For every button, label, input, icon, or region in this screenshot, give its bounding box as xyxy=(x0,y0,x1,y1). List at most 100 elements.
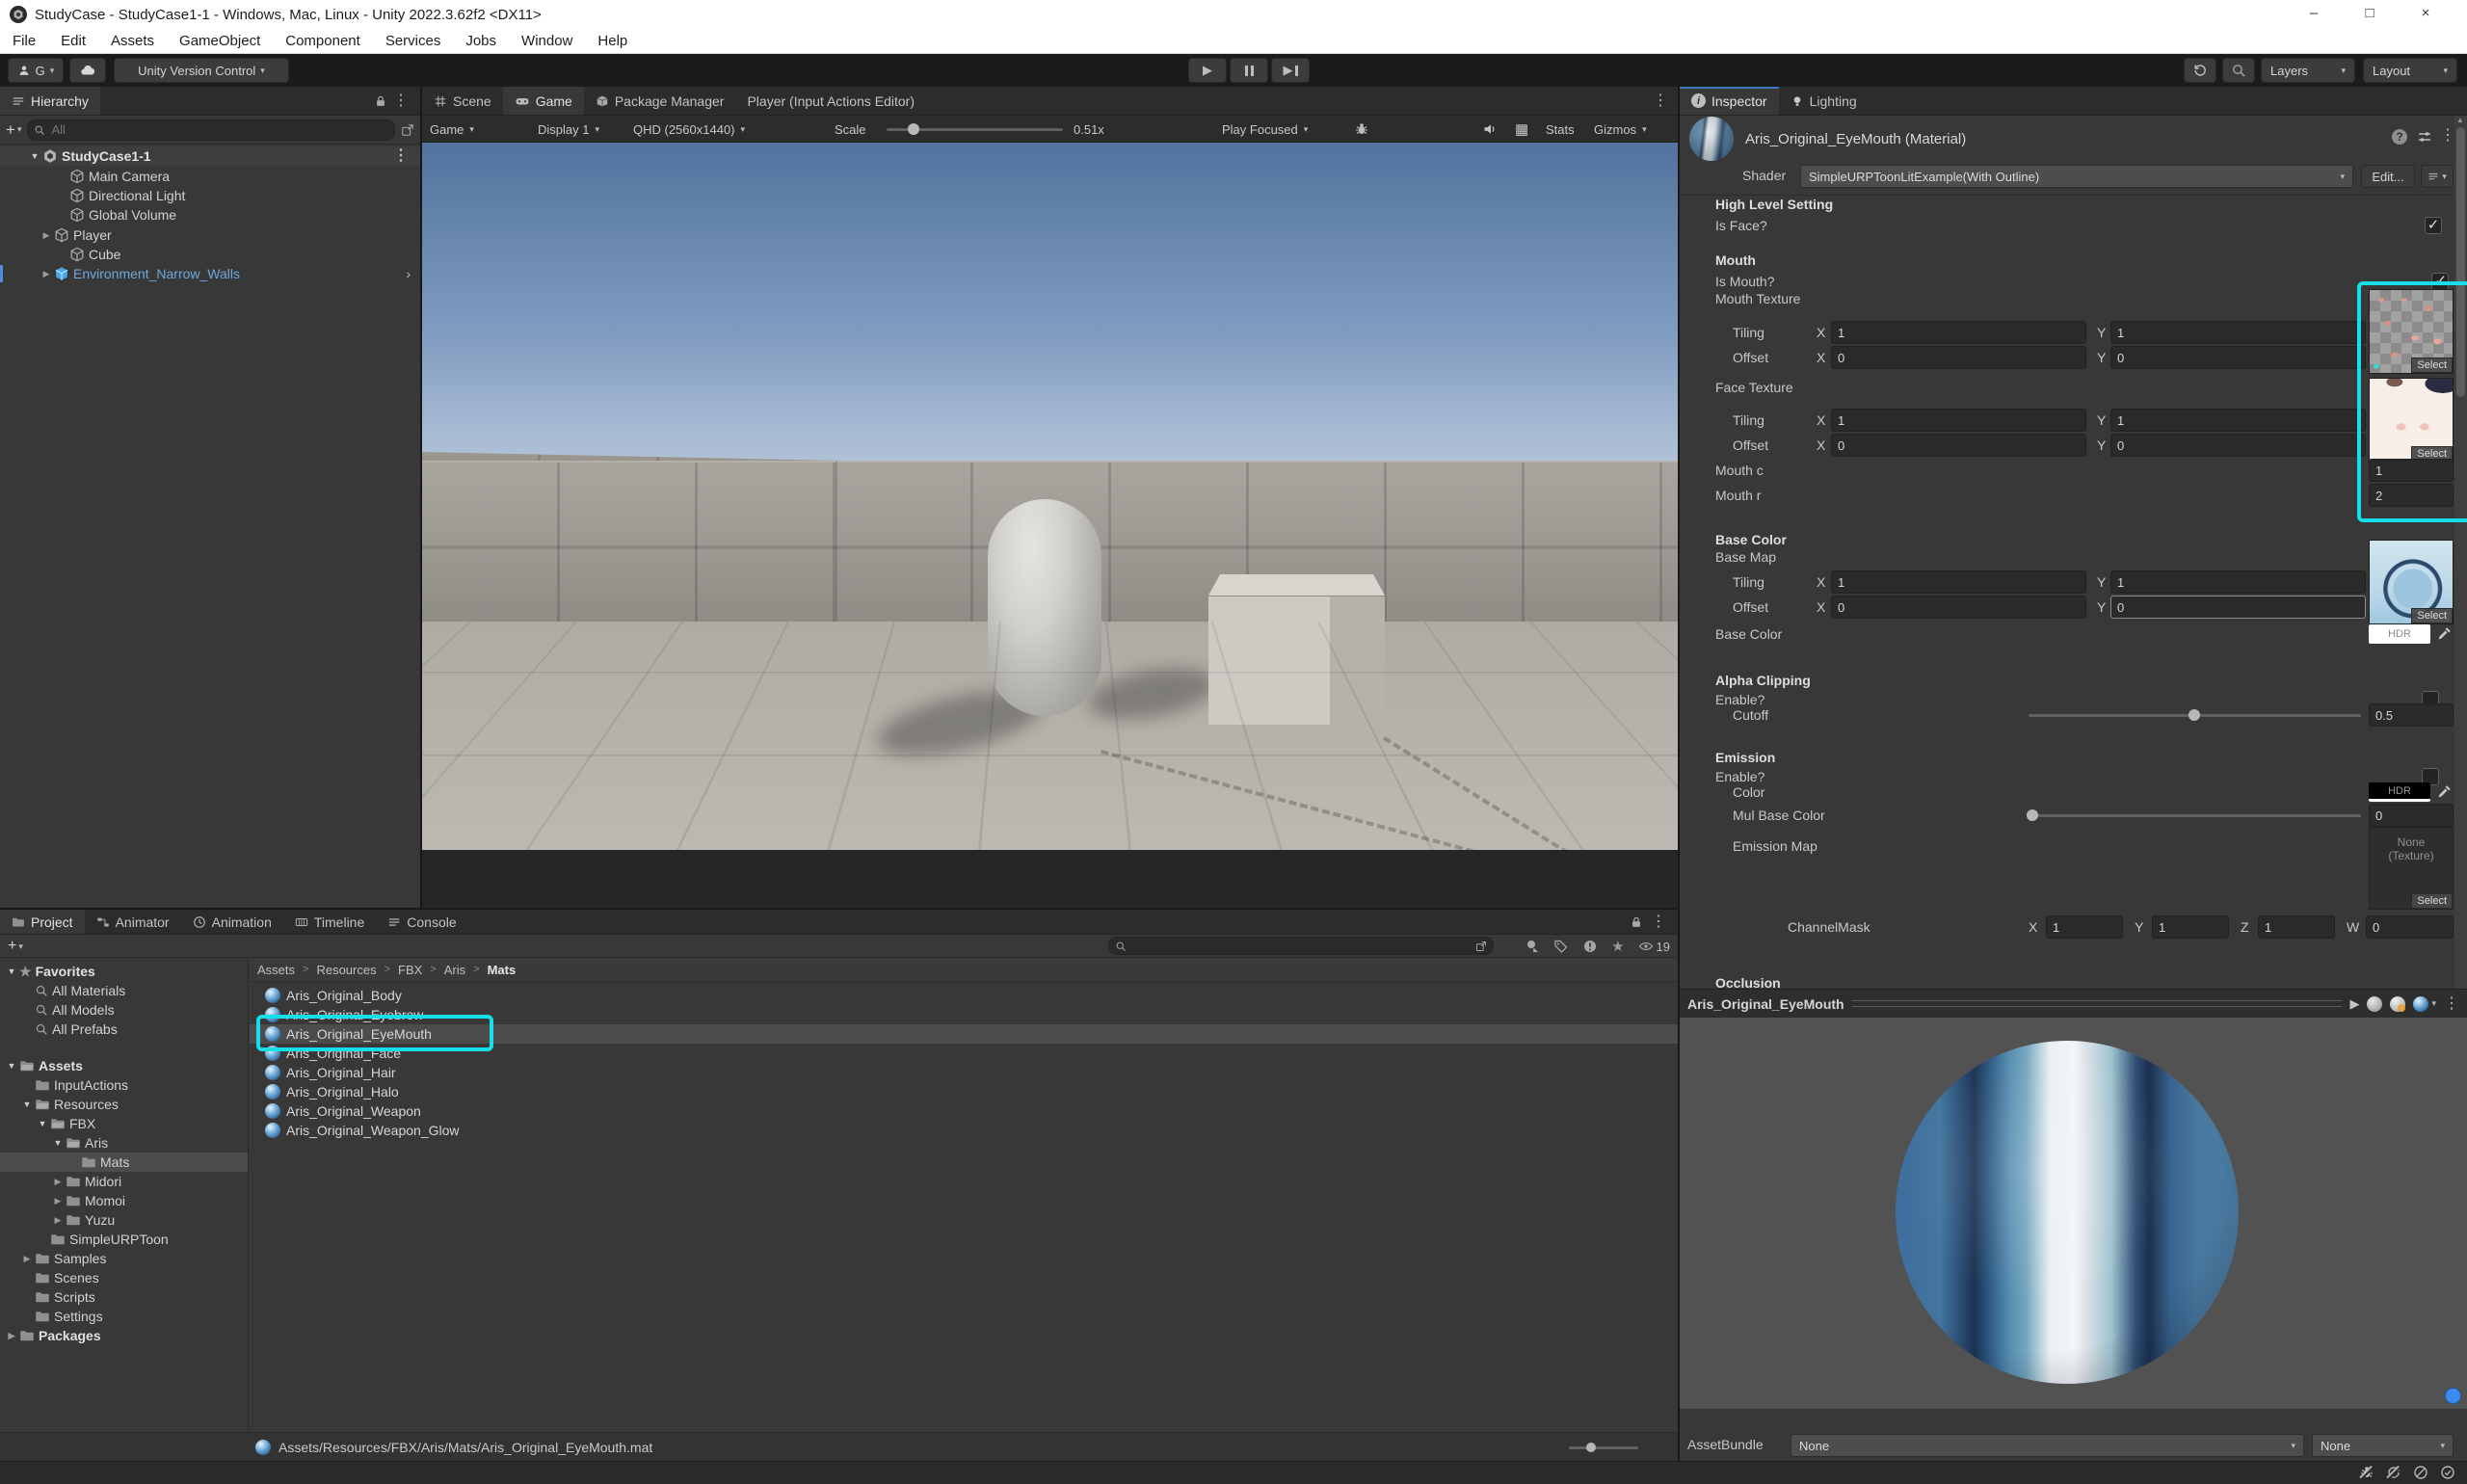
scene-menu-icon[interactable]: ⋮ xyxy=(393,148,409,164)
tab-console[interactable]: Console xyxy=(376,910,467,934)
pause-button[interactable] xyxy=(1230,58,1268,83)
preview-play-icon[interactable]: ▶ xyxy=(2349,996,2359,1012)
hierarchy-item-cube[interactable]: Cube xyxy=(0,245,420,264)
tree-item-fbx[interactable]: ▼ FBX xyxy=(0,1114,248,1133)
base-offset-y-input[interactable] xyxy=(2110,596,2366,619)
base-tiling-y-input[interactable] xyxy=(2110,570,2366,594)
face-offset-x-input[interactable] xyxy=(1831,434,2086,457)
play-focused-dropdown[interactable]: Play Focused▾ xyxy=(1222,116,1308,143)
shader-edit-button[interactable]: Edit... xyxy=(2361,165,2415,188)
tree-item-scripts[interactable]: Scripts xyxy=(0,1287,248,1307)
emission-color-swatch[interactable]: HDR xyxy=(2369,782,2430,802)
scrollbar-thumb[interactable] xyxy=(2456,127,2465,397)
preview-model-dropdown[interactable]: ▾ xyxy=(2413,996,2436,1012)
tab-hierarchy[interactable]: Hierarchy xyxy=(0,87,100,115)
scale-slider-thumb[interactable] xyxy=(908,123,919,135)
asset-bundle-variant-dropdown[interactable]: None▾ xyxy=(2312,1434,2454,1457)
mul-slider-thumb[interactable] xyxy=(2027,809,2038,821)
tab-animation[interactable]: Animation xyxy=(181,910,283,934)
tree-item-resources[interactable]: ▼ Resources xyxy=(0,1095,248,1114)
scroll-up-icon[interactable]: ▲ xyxy=(2456,116,2464,124)
expand-icon[interactable]: ▶ xyxy=(50,1177,66,1187)
mouth-texture-thumbnail[interactable]: Select xyxy=(2369,289,2454,374)
channel-mask-z-input[interactable] xyxy=(2258,915,2335,939)
mouth-offset-x-input[interactable] xyxy=(1831,346,2086,369)
maximize-button[interactable]: □ xyxy=(2348,0,2392,29)
preview-menu-icon[interactable]: ⋮ xyxy=(2444,996,2459,1012)
display-target-dropdown[interactable]: Display 1▾ xyxy=(538,116,599,143)
hierarchy-menu-icon[interactable]: ⋮ xyxy=(393,93,409,109)
tab-player-input-actions[interactable]: Player (Input Actions Editor) xyxy=(735,87,926,115)
emission-map-select-button[interactable]: Select xyxy=(2411,893,2453,909)
file-aris-original-eyebrow[interactable]: Aris_Original_Eyebrow xyxy=(250,1005,1678,1024)
hierarchy-item-main-camera[interactable]: Main Camera xyxy=(0,167,420,186)
face-offset-y-input[interactable] xyxy=(2110,434,2366,457)
expand-icon[interactable]: ▶ xyxy=(39,269,54,279)
layout-dropdown[interactable]: Layout▾ xyxy=(2363,58,2457,83)
version-control-dropdown[interactable]: Unity Version Control▾ xyxy=(114,58,289,83)
mouth-offset-y-input[interactable] xyxy=(2110,346,2366,369)
menu-file[interactable]: File xyxy=(0,29,48,53)
file-aris-original-halo[interactable]: Aris_Original_Halo xyxy=(250,1082,1678,1101)
progress-ok-icon[interactable] xyxy=(2440,1465,2457,1482)
shader-dropdown[interactable]: SimpleURPToonLitExample(With Outline)▾ xyxy=(1800,165,2353,188)
favorite-all-materials[interactable]: All Materials xyxy=(0,981,248,1000)
menu-window[interactable]: Window xyxy=(509,29,585,53)
menu-services[interactable]: Services xyxy=(373,29,454,53)
expand-icon[interactable]: ▶ xyxy=(50,1215,66,1226)
project-menu-icon[interactable]: ⋮ xyxy=(1651,914,1666,930)
scene-header-row[interactable]: ▼ StudyCase1-1 ⋮ xyxy=(0,146,420,166)
eyedropper-icon[interactable] xyxy=(2436,626,2452,642)
hidden-packages-icon[interactable] xyxy=(1582,939,1598,954)
mouth-r-input[interactable] xyxy=(2369,484,2454,507)
menu-edit[interactable]: Edit xyxy=(48,29,98,53)
tree-item-simpleurptoon[interactable]: SimpleURPToon xyxy=(0,1230,248,1249)
breadcrumb-fbx[interactable]: FBX xyxy=(398,963,422,977)
help-icon[interactable]: ? xyxy=(2392,129,2407,145)
expand-icon[interactable]: ▶ xyxy=(4,1331,19,1341)
game-render-viewport[interactable] xyxy=(422,143,1678,850)
hierarchy-item-directional-light[interactable]: Directional Light xyxy=(0,186,420,205)
resolution-dropdown[interactable]: QHD (2560x1440)▾ xyxy=(633,116,745,143)
vsync-grid-icon[interactable]: ▦ xyxy=(1515,120,1528,138)
create-object-button[interactable]: +▾ xyxy=(6,120,21,140)
face-texture-thumbnail[interactable]: Select xyxy=(2369,378,2454,463)
refresh-disabled-icon[interactable] xyxy=(2386,1465,2403,1482)
base-map-select-button[interactable]: Select xyxy=(2411,608,2453,623)
favorites-header-row[interactable]: ▼★ Favorites xyxy=(0,962,248,981)
visibility-toggle[interactable]: 19 xyxy=(1638,939,1670,954)
expand-icon[interactable]: ▶ xyxy=(50,1196,66,1206)
favorite-all-prefabs[interactable]: All Prefabs xyxy=(0,1020,248,1039)
tab-animator[interactable]: Animator xyxy=(85,910,181,934)
file-aris-original-hair[interactable]: Aris_Original_Hair xyxy=(250,1063,1678,1082)
cache-disconnected-icon[interactable] xyxy=(2413,1465,2430,1482)
channel-mask-w-input[interactable] xyxy=(2366,915,2454,939)
hierarchy-item-player[interactable]: ▶ Player xyxy=(0,225,420,245)
base-offset-x-input[interactable] xyxy=(1831,596,2086,619)
file-aris-original-face[interactable]: Aris_Original_Face xyxy=(250,1044,1678,1063)
mouth-tiling-x-input[interactable] xyxy=(1831,321,2086,344)
gizmos-dropdown[interactable]: Gizmos▾ xyxy=(1594,116,1647,143)
lock-icon[interactable] xyxy=(374,94,387,108)
expand-icon[interactable]: ▶ xyxy=(39,230,54,241)
mute-audio-icon[interactable] xyxy=(1482,121,1498,137)
scale-slider[interactable] xyxy=(887,128,1063,131)
hierarchy-item-global-volume[interactable]: Global Volume xyxy=(0,205,420,225)
menu-gameobject[interactable]: GameObject xyxy=(167,29,273,53)
minimize-button[interactable]: – xyxy=(2292,0,2336,29)
menu-jobs[interactable]: Jobs xyxy=(453,29,509,53)
base-color-swatch[interactable]: HDR xyxy=(2369,624,2430,644)
hierarchy-search-input[interactable] xyxy=(49,121,388,138)
preview-sphere-icon[interactable] xyxy=(2367,996,2382,1012)
menu-help[interactable]: Help xyxy=(585,29,640,53)
play-button[interactable]: ▶ xyxy=(1188,58,1227,83)
prefab-open-chevron[interactable]: › xyxy=(406,266,411,281)
file-aris-original-eyemouth-selected[interactable]: Aris_Original_EyeMouth xyxy=(250,1024,1678,1044)
preview-drag-handle[interactable] xyxy=(1852,1000,2343,1007)
tab-inspector[interactable]: i Inspector xyxy=(1680,87,1779,115)
inspector-scrollbar[interactable]: ▲ xyxy=(2454,116,2467,989)
project-search-input[interactable] xyxy=(1130,938,1472,954)
cutoff-slider[interactable] xyxy=(2029,714,2361,717)
file-aris-original-body[interactable]: Aris_Original_Body xyxy=(250,986,1678,1005)
display-mode-dropdown[interactable]: Game▾ xyxy=(430,116,474,143)
